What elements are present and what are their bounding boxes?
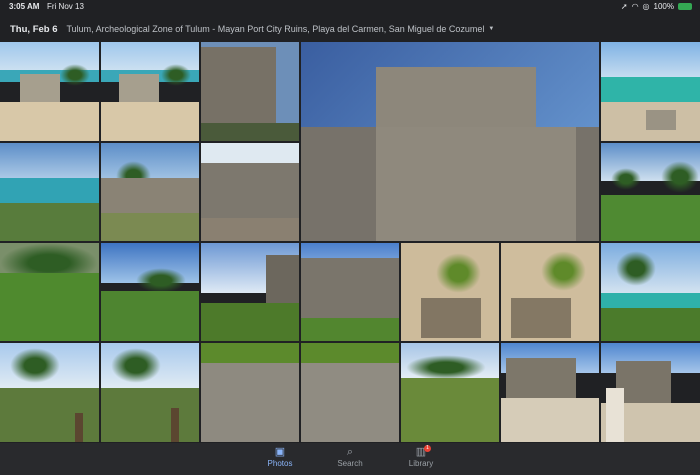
photo-large[interactable]: [301, 42, 599, 241]
tab-label: Library: [408, 459, 434, 468]
photo-thumbnail[interactable]: [601, 143, 700, 241]
photos-icon: ▣: [274, 446, 286, 458]
photo-thumbnail[interactable]: [101, 143, 199, 241]
screen-lock-icon: ◎: [642, 2, 650, 11]
photo-thumbnail[interactable]: [201, 42, 299, 141]
date-label: Thu, Feb 6: [10, 23, 58, 35]
search-icon: ⌕: [346, 446, 354, 458]
tab-library[interactable]: ▥ 1 Library: [391, 445, 451, 468]
photo-thumbnail[interactable]: [201, 343, 299, 442]
date-location-header: Thu, Feb 6 Tulum, Archeological Zone of …: [0, 17, 700, 41]
photo-thumbnail[interactable]: [401, 343, 499, 442]
notification-badge: 1: [424, 445, 431, 452]
location-label[interactable]: Tulum, Archeological Zone of Tulum - May…: [67, 24, 485, 34]
status-date: Fri Nov 13: [47, 2, 84, 11]
bottom-tab-bar: ▣ Photos ⌕ Search ▥ 1 Library: [0, 443, 700, 475]
tab-label: Photos: [267, 459, 293, 468]
photo-thumbnail[interactable]: [0, 343, 99, 442]
photo-thumbnail[interactable]: [401, 243, 499, 341]
photo-thumbnail[interactable]: [601, 243, 700, 341]
photo-thumbnail[interactable]: [601, 343, 700, 442]
photo-thumbnail[interactable]: [101, 42, 199, 141]
photo-thumbnail[interactable]: [301, 343, 399, 442]
photo-thumbnail[interactable]: [201, 143, 299, 241]
status-right: ➚ ◠ ◎ 100%: [621, 2, 692, 11]
photo-grid: [0, 42, 700, 442]
photo-thumbnail[interactable]: [101, 243, 199, 341]
photo-thumbnail[interactable]: [501, 343, 599, 442]
photo-thumbnail[interactable]: [0, 243, 99, 341]
photo-thumbnail[interactable]: [0, 143, 99, 241]
tab-label: Search: [337, 459, 363, 468]
status-time: 3:05 AM: [9, 2, 40, 11]
photo-thumbnail[interactable]: [601, 42, 700, 141]
photo-thumbnail[interactable]: [0, 42, 99, 141]
photo-thumbnail[interactable]: [501, 243, 599, 341]
status-bar: 3:05 AM Fri Nov 13 ➚ ◠ ◎ 100%: [0, 0, 700, 14]
photo-thumbnail[interactable]: [101, 343, 199, 442]
wifi-icon: ◠: [631, 2, 639, 11]
battery-charging-icon: [678, 3, 692, 10]
battery-percent: 100%: [653, 2, 674, 11]
photo-thumbnail[interactable]: [201, 243, 299, 341]
tab-search[interactable]: ⌕ Search: [320, 446, 380, 468]
location-arrow-icon: ➚: [620, 2, 628, 11]
library-icon: ▥: [415, 446, 427, 458]
photo-thumbnail[interactable]: [301, 243, 399, 341]
dropdown-caret-icon[interactable]: ▼: [488, 26, 494, 32]
tab-photos[interactable]: ▣ Photos: [250, 446, 310, 468]
